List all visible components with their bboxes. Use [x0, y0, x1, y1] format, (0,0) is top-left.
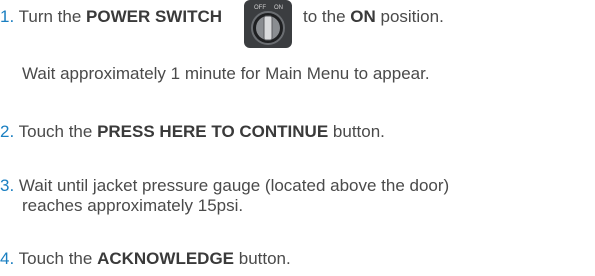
step-text: Wait until jacket pressure gauge (locate… — [18, 176, 450, 195]
step-text: Touch the — [18, 249, 98, 268]
step-text: to the — [303, 7, 351, 26]
step-text: button. — [328, 122, 385, 141]
step-text: position. — [375, 7, 444, 26]
step-number: 2. — [0, 122, 15, 141]
step-1: 1. Turn the POWER SWITCH — [0, 7, 222, 27]
step-1-continuation: to the ON position. — [303, 7, 444, 27]
step-number: 4. — [0, 249, 15, 268]
step-emphasis: ON — [350, 7, 376, 26]
step-emphasis: PRESS HERE TO CONTINUE — [97, 122, 329, 141]
step-3-line-2: reaches approximately 15psi. — [22, 196, 244, 215]
switch-off-label: OFF — [254, 5, 266, 11]
step-1-note: Wait approximately 1 minute for Main Men… — [22, 64, 430, 83]
step-3: 3. Wait until jacket pressure gauge (loc… — [0, 176, 449, 196]
step-text: Turn the — [18, 7, 87, 26]
step-text: Touch the — [18, 122, 98, 141]
step-emphasis: ACKNOWLEDGE — [97, 249, 235, 268]
step-emphasis: POWER SWITCH — [86, 7, 223, 26]
step-2: 2. Touch the PRESS HERE TO CONTINUE butt… — [0, 122, 385, 142]
step-4: 4. Touch the ACKNOWLEDGE button. — [0, 249, 291, 269]
step-number: 1. — [0, 7, 15, 26]
power-switch-icon: OFF ON — [244, 0, 292, 48]
step-number: 3. — [0, 176, 15, 195]
switch-on-label: ON — [274, 5, 283, 11]
step-text: button. — [234, 249, 291, 268]
